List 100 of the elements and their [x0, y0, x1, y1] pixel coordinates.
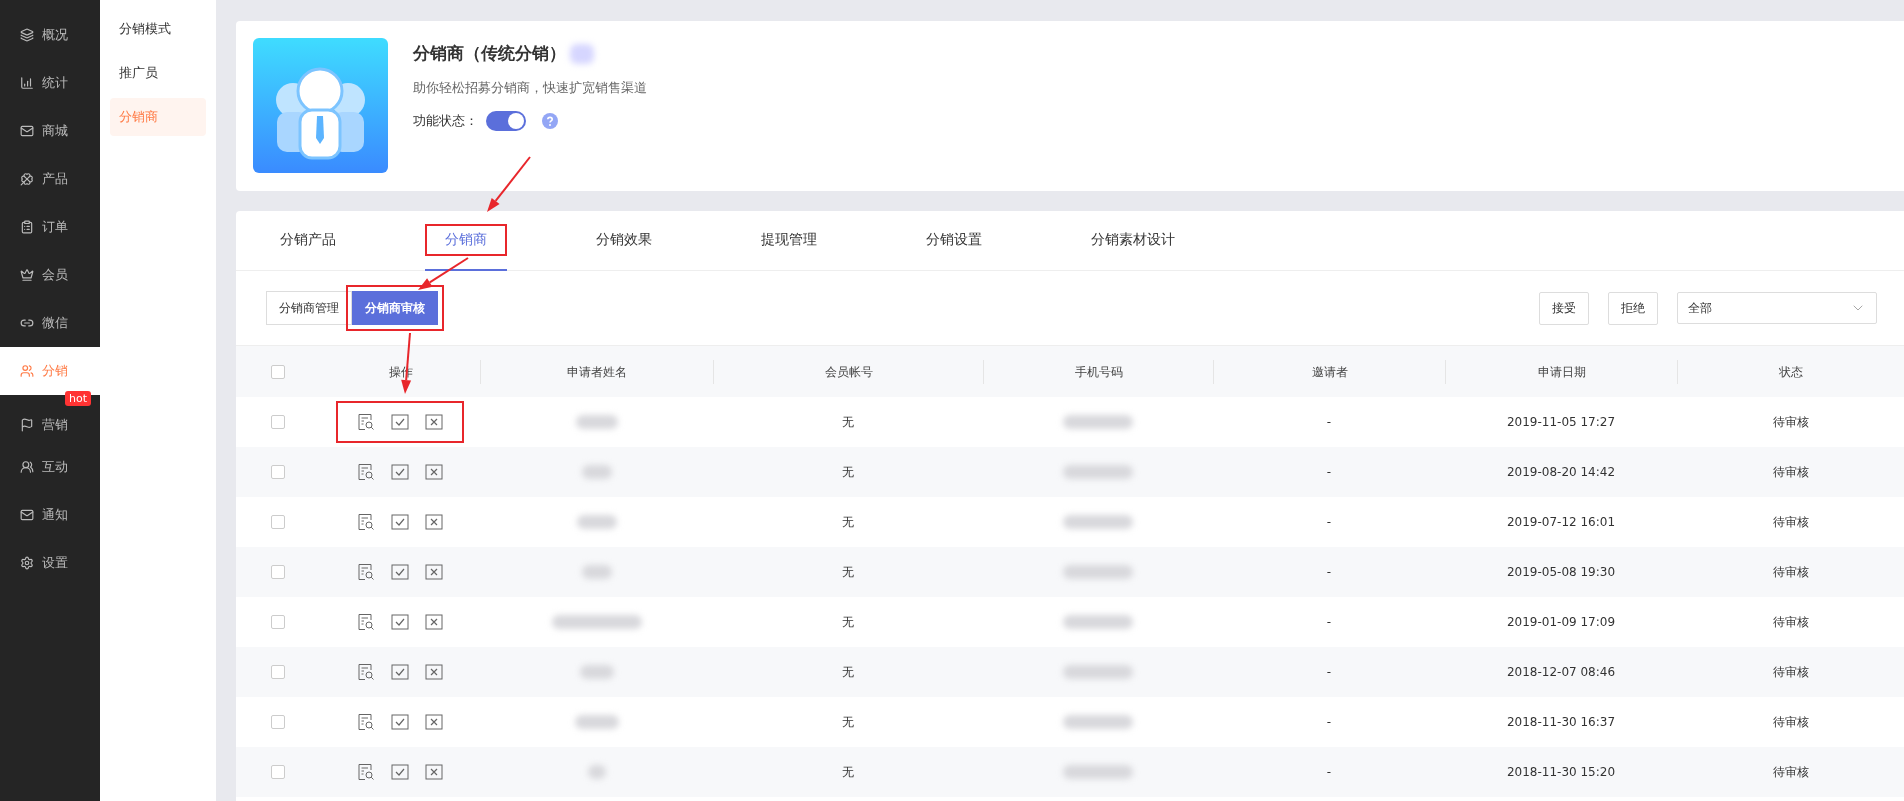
- nav-label: 微信: [42, 314, 68, 332]
- tab[interactable]: 提现管理: [741, 211, 837, 271]
- redaction-blur: [579, 665, 614, 679]
- sidebar-item[interactable]: 营销: [0, 407, 100, 443]
- close-box-icon[interactable]: [425, 563, 443, 581]
- tab[interactable]: 分销素材设计: [1071, 211, 1195, 271]
- sidebar-item[interactable]: 商城: [0, 107, 100, 155]
- close-box-icon[interactable]: [425, 763, 443, 781]
- check-box-icon[interactable]: [391, 413, 409, 431]
- row-checkbox[interactable]: [271, 665, 285, 679]
- check-box-icon[interactable]: [391, 463, 409, 481]
- sidebar-item[interactable]: 微信: [0, 299, 100, 347]
- nav-label: 互动: [42, 458, 68, 476]
- check-box-icon[interactable]: [391, 513, 409, 531]
- row-checkbox[interactable]: [271, 565, 285, 579]
- sidebar-item[interactable]: 通知: [0, 491, 100, 539]
- column-header: 会员帐号: [824, 364, 873, 379]
- close-box-icon[interactable]: [425, 713, 443, 731]
- row-checkbox[interactable]: [271, 415, 285, 429]
- document-search-icon[interactable]: [357, 613, 375, 631]
- sidebar-item[interactable]: 设置: [0, 539, 100, 587]
- table-cell: -: [1326, 615, 1332, 629]
- row-checkbox[interactable]: [271, 615, 285, 629]
- select-all-checkbox[interactable]: [271, 364, 285, 379]
- row-checkbox[interactable]: [271, 465, 285, 479]
- document-search-icon[interactable]: [357, 563, 375, 581]
- document-search-icon[interactable]: [357, 513, 375, 531]
- check-box-icon[interactable]: [391, 763, 409, 781]
- action-button[interactable]: 拒绝: [1608, 291, 1658, 325]
- sidebar-item[interactable]: 概况: [0, 11, 100, 59]
- redaction-blur: [1063, 465, 1133, 479]
- nav-icon: [20, 460, 34, 474]
- table-cell: 无: [842, 663, 854, 681]
- document-search-icon[interactable]: [357, 663, 375, 681]
- table-cell: 2018-11-30 16:37: [1506, 715, 1616, 729]
- column-header: 申请者姓名: [567, 364, 627, 379]
- table-cell: 无: [842, 563, 854, 581]
- table-cell: 无: [842, 463, 854, 481]
- tab[interactable]: 分销产品: [260, 211, 356, 271]
- nav-icon: [20, 172, 34, 186]
- close-box-icon[interactable]: [425, 613, 443, 631]
- sidebar-item[interactable]: 订单: [0, 203, 100, 251]
- check-box-icon[interactable]: [391, 613, 409, 631]
- table-cell: 2019-05-08 19:30: [1506, 565, 1616, 579]
- close-box-icon[interactable]: [425, 413, 443, 431]
- column-header: 申请日期: [1537, 364, 1586, 379]
- nav-icon: [20, 268, 34, 282]
- tab[interactable]: 分销效果: [576, 211, 672, 271]
- view-tab[interactable]: 分销商管理: [266, 291, 352, 325]
- close-box-icon[interactable]: [425, 513, 443, 531]
- sidebar-item[interactable]: 产品: [0, 155, 100, 203]
- check-box-icon[interactable]: [391, 563, 409, 581]
- document-search-icon[interactable]: [357, 763, 375, 781]
- table-cell: 无: [842, 413, 854, 431]
- redaction-blur: [574, 715, 619, 729]
- nav-icon: [20, 508, 34, 522]
- column-header: 状态: [1779, 364, 1803, 379]
- close-box-icon[interactable]: [425, 663, 443, 681]
- status-select[interactable]: 全部: [1677, 292, 1877, 324]
- redaction-blur: [1063, 765, 1133, 779]
- nav-label: 商城: [42, 122, 68, 140]
- redaction-blur: [575, 415, 618, 429]
- row-checkbox[interactable]: [271, 515, 285, 529]
- nav-label: 概况: [42, 26, 68, 44]
- document-search-icon[interactable]: [357, 463, 375, 481]
- view-tab[interactable]: 分销商审核: [352, 291, 438, 325]
- feature-switch[interactable]: [486, 111, 526, 131]
- nav-label: 订单: [42, 218, 68, 236]
- action-button[interactable]: 接受: [1539, 291, 1589, 325]
- tab[interactable]: 分销设置: [906, 211, 1002, 271]
- table-cell: 2019-01-09 17:09: [1506, 615, 1616, 629]
- table-cell: -: [1326, 715, 1332, 729]
- document-search-icon[interactable]: [357, 713, 375, 731]
- nav-icon: [20, 220, 34, 234]
- redaction-blur: [570, 43, 594, 64]
- nav-label: 设置: [42, 554, 68, 572]
- table-cell: -: [1326, 765, 1332, 779]
- table-cell: 待审核: [1772, 563, 1809, 581]
- status-label: 功能状态：: [413, 112, 478, 130]
- tab[interactable]: 分销商: [425, 211, 507, 271]
- column-header: 手机号码: [1074, 364, 1123, 379]
- check-box-icon[interactable]: [391, 713, 409, 731]
- table-cell: 2018-11-30 15:20: [1506, 765, 1616, 779]
- table-cell: 2018-12-07 08:46: [1506, 665, 1616, 679]
- redaction-blur: [1063, 415, 1133, 429]
- document-search-icon[interactable]: [357, 413, 375, 431]
- redaction-blur: [587, 765, 606, 779]
- sidebar-item[interactable]: 统计: [0, 59, 100, 107]
- check-box-icon[interactable]: [391, 663, 409, 681]
- close-box-icon[interactable]: [425, 463, 443, 481]
- people-icon: [253, 38, 388, 173]
- nav-label: 分销: [42, 362, 68, 380]
- row-checkbox[interactable]: [271, 715, 285, 729]
- redaction-blur: [581, 565, 612, 579]
- subnav-item[interactable]: 分销模式: [110, 10, 206, 48]
- subnav-item[interactable]: 推广员: [110, 54, 206, 92]
- sidebar-item[interactable]: 互动: [0, 443, 100, 491]
- table-cell: 待审核: [1772, 713, 1809, 731]
- sidebar-item[interactable]: 会员: [0, 251, 100, 299]
- row-checkbox[interactable]: [271, 765, 285, 779]
